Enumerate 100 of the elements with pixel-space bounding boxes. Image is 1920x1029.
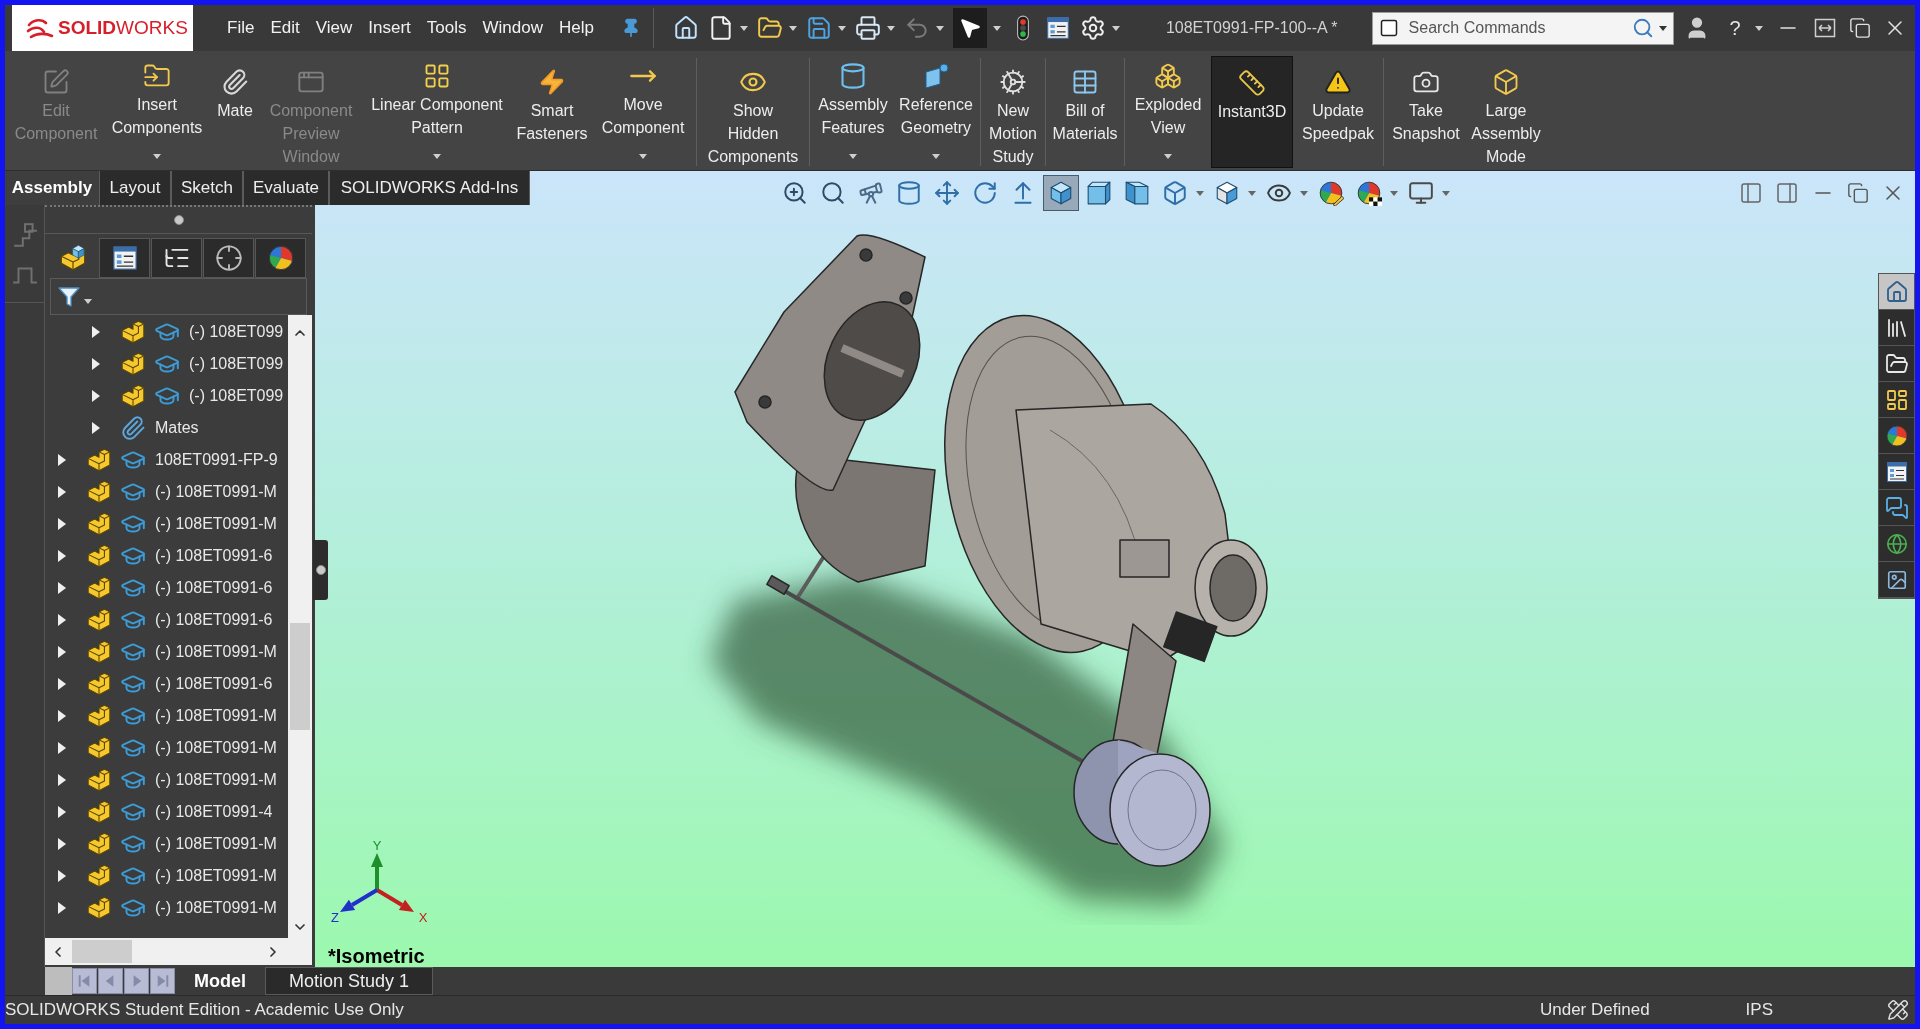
command-tab[interactable]: Layout	[99, 171, 171, 205]
search-bar[interactable]: Search Commands	[1371, 11, 1674, 45]
tree-item-label[interactable]: (-) 108ET0991-6	[155, 672, 273, 696]
expand-arrow-icon[interactable]	[92, 390, 100, 402]
search-field[interactable]: Search Commands	[1408, 15, 1632, 41]
expand-arrow-icon[interactable]	[92, 422, 100, 434]
caret-icon[interactable]	[935, 25, 944, 31]
tree-item-label[interactable]: (-) 108ET0991-M	[155, 736, 277, 760]
caret-icon[interactable]	[932, 154, 940, 159]
printer-icon[interactable]	[854, 15, 881, 41]
panel-right-icon[interactable]	[1775, 181, 1799, 205]
folder-icon[interactable]	[756, 15, 783, 41]
tree-item-label[interactable]: (-) 108ET0991-6	[155, 608, 273, 632]
cube-icon[interactable]	[1043, 175, 1079, 211]
ribbon-button[interactable]: Assembly Features	[814, 56, 892, 168]
tree-item-label[interactable]: (-) 108ET099	[189, 384, 284, 408]
ribbon-button[interactable]: Bill of Materials	[1050, 56, 1120, 168]
tree-item-label[interactable]: (-) 108ET0991-M	[155, 640, 277, 664]
caret-icon[interactable]	[1754, 25, 1763, 31]
expand-arrow-icon[interactable]	[58, 550, 66, 562]
menu-item[interactable]: Edit	[262, 12, 308, 44]
grip-dot-icon[interactable]	[173, 215, 184, 225]
expand-arrow-icon[interactable]	[58, 902, 66, 914]
expand-arrow-icon[interactable]	[58, 678, 66, 690]
panel-tab[interactable]	[151, 238, 202, 278]
scrollbar-thumb[interactable]	[72, 940, 132, 963]
cube-icon[interactable]	[1124, 180, 1150, 206]
expand-arrow-icon[interactable]	[92, 358, 100, 370]
save-icon[interactable]	[805, 15, 832, 41]
expand-arrow-icon[interactable]	[58, 646, 66, 658]
tree-item-label[interactable]: (-) 108ET0991-M	[155, 832, 277, 856]
menu-item[interactable]: Insert	[360, 12, 419, 44]
menu-item[interactable]: View	[307, 12, 361, 44]
expand-arrow-icon[interactable]	[58, 518, 66, 530]
ribbon-button[interactable]: Smart Fasteners	[514, 56, 590, 168]
caret-icon[interactable]	[788, 25, 797, 31]
four-way-arrow-icon[interactable]	[934, 180, 960, 206]
tree-item-label[interactable]: Mates	[155, 416, 199, 440]
tree-item-label[interactable]: (-) 108ET099	[189, 320, 284, 344]
zoom-in-icon[interactable]	[782, 180, 808, 206]
funnel-icon[interactable]	[57, 284, 81, 309]
ribbon-button[interactable]: Show Hidden Components	[701, 56, 805, 168]
restore-icon[interactable]	[1847, 182, 1869, 204]
rotate-arrow-icon[interactable]	[972, 180, 998, 206]
expand-arrow-icon[interactable]	[58, 838, 66, 850]
caret-icon[interactable]	[739, 25, 748, 31]
monitor-icon[interactable]	[1408, 180, 1434, 206]
color-ball-icon[interactable]	[1356, 180, 1382, 206]
pencil-ruler-icon[interactable]	[1887, 999, 1909, 1021]
magnifier-icon[interactable]	[820, 180, 846, 206]
command-tab[interactable]: SOLIDWORKS Add-Ins	[329, 171, 530, 205]
tree-item-label[interactable]: 108ET0991-FP-9	[155, 448, 278, 472]
tree-item-label[interactable]: (-) 108ET0991-M	[155, 704, 277, 728]
search-icon[interactable]	[1631, 17, 1654, 39]
panel-left-icon[interactable]	[1739, 181, 1763, 205]
tree-item-label[interactable]: (-) 108ET0991-6	[155, 576, 273, 600]
document-tab[interactable]: Motion Study 1	[265, 967, 433, 995]
splitter-handle[interactable]	[313, 540, 328, 600]
menu-item[interactable]: Window	[474, 12, 551, 44]
command-tab[interactable]: Evaluate	[243, 171, 329, 205]
box-icon[interactable]	[1162, 180, 1188, 206]
expand-arrow-icon[interactable]	[92, 326, 100, 338]
ribbon-button[interactable]: Large Assembly Mode	[1468, 56, 1544, 168]
help-button[interactable]: ?	[1729, 16, 1741, 40]
cylinder-icon[interactable]	[896, 180, 922, 206]
tree-item-label[interactable]: (-) 108ET0991-M	[155, 896, 277, 920]
caret-icon[interactable]	[433, 154, 441, 159]
menu-item[interactable]: Tools	[418, 12, 475, 44]
color-ball-pencil-icon[interactable]	[1318, 180, 1344, 206]
ribbon-button[interactable]: Reference Geometry	[896, 56, 976, 168]
panel-tab[interactable]	[203, 238, 254, 278]
command-tab[interactable]: Assembly	[5, 171, 99, 205]
expand-arrow-icon[interactable]	[58, 454, 66, 466]
menu-item[interactable]: Help	[550, 12, 602, 44]
caret-icon[interactable]	[849, 154, 857, 159]
tree-item-label[interactable]: (-) 108ET0991-4	[155, 800, 273, 824]
panel-tab[interactable]	[255, 238, 306, 278]
tree-item-label[interactable]: (-) 108ET099	[189, 352, 284, 376]
tree-item-label[interactable]: (-) 108ET0991-M	[155, 768, 277, 792]
cube-icon[interactable]	[1086, 180, 1112, 206]
tree-item-label[interactable]: (-) 108ET0991-M	[155, 480, 277, 504]
ribbon-button[interactable]: Insert Components	[106, 56, 208, 168]
menu-item[interactable]: File	[219, 12, 263, 44]
caret-icon[interactable]	[1658, 25, 1667, 31]
ribbon-button[interactable]: Instant3D	[1211, 56, 1293, 168]
restore-icon[interactable]	[1848, 17, 1871, 39]
expand-arrow-icon[interactable]	[58, 806, 66, 818]
settings-icon[interactable]	[1079, 15, 1106, 41]
caret-icon[interactable]	[837, 25, 846, 31]
ribbon-button[interactable]: New Motion Study	[985, 56, 1041, 168]
tree-item-label[interactable]: (-) 108ET0991-6	[155, 544, 273, 568]
caret-icon[interactable]	[1164, 154, 1172, 159]
expand-arrow-icon[interactable]	[58, 486, 66, 498]
panel-tab[interactable]	[99, 238, 150, 278]
caret-icon[interactable]	[639, 154, 647, 159]
caret-icon[interactable]	[886, 25, 895, 31]
skip-start-icon[interactable]	[72, 968, 97, 994]
caret-icon[interactable]	[84, 299, 92, 304]
expand-arrow-icon[interactable]	[58, 582, 66, 594]
ribbon-button[interactable]: Mate	[212, 56, 258, 168]
